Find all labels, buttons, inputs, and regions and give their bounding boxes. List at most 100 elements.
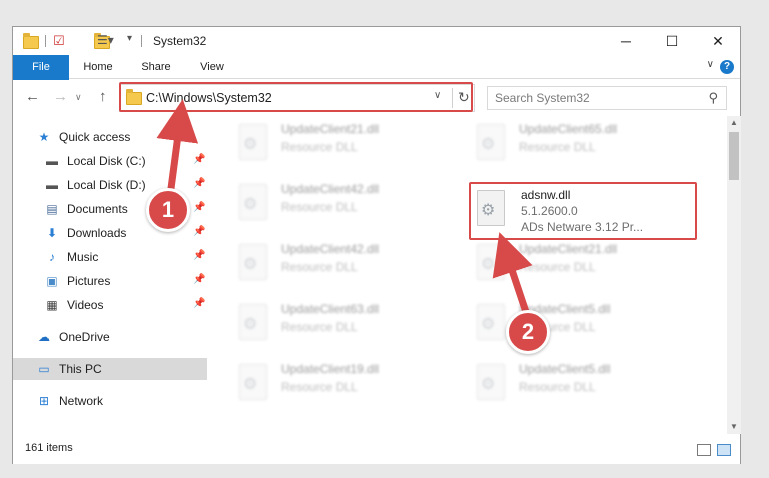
file-item[interactable]: UpdateClient65.dll Resource DLL <box>467 118 703 168</box>
file-item[interactable]: UpdateClient42.dll Resource DLL <box>229 238 465 288</box>
tab-view[interactable]: View <box>189 55 235 79</box>
file-description: Resource DLL <box>281 200 358 214</box>
up-icon[interactable]: ↑ <box>99 88 107 105</box>
scroll-up-icon[interactable]: ▲ <box>727 116 741 130</box>
search-placeholder: Search System32 <box>495 91 590 105</box>
separator <box>45 35 46 47</box>
nav-item-label: Local Disk (C:) <box>67 154 146 168</box>
music-icon: ♪ <box>49 250 55 264</box>
file-item[interactable]: UpdateClient19.dll Resource DLL <box>229 358 465 408</box>
file-name: UpdateClient21.dll <box>519 242 618 256</box>
computer-icon: ▭ <box>38 362 50 376</box>
nav-item-label: Music <box>67 250 99 264</box>
dll-file-icon <box>239 304 267 340</box>
search-input[interactable]: Search System32 ⚲ <box>487 86 727 110</box>
search-icon[interactable]: ⚲ <box>708 90 718 106</box>
help-icon[interactable]: ? <box>720 60 734 74</box>
dll-file-icon <box>477 304 505 340</box>
pin-icon[interactable]: 📌 <box>193 202 205 213</box>
file-name: UpdateClient63.dll <box>281 302 380 316</box>
maximize-button[interactable]: ☐ <box>649 27 695 55</box>
file-item[interactable]: UpdateClient5.dll Resource DLL <box>467 298 703 348</box>
expand-ribbon-icon[interactable]: ∨ <box>707 59 714 70</box>
nav-item-music[interactable]: ♪ Music 📌 <box>13 246 207 268</box>
address-highlight-box <box>119 82 473 112</box>
file-description: Resource DLL <box>281 320 358 334</box>
pin-icon[interactable]: 📌 <box>193 154 205 165</box>
pin-icon[interactable]: 📌 <box>193 250 205 261</box>
pictures-icon: ▣ <box>46 274 58 288</box>
back-icon[interactable]: ← <box>25 88 40 105</box>
scroll-down-icon[interactable]: ▼ <box>727 420 741 434</box>
file-description: Resource DLL <box>519 140 596 154</box>
nav-item-pictures[interactable]: ▣ Pictures 📌 <box>13 270 207 292</box>
forward-icon[interactable]: → <box>53 88 68 105</box>
nav-item-onedrive[interactable]: ☁ OneDrive <box>13 326 207 348</box>
scroll-thumb[interactable] <box>729 132 739 180</box>
nav-item-label: Quick access <box>59 130 131 144</box>
dll-file-icon <box>239 184 267 220</box>
dll-file-icon <box>239 364 267 400</box>
network-icon: ⊞ <box>38 394 50 408</box>
file-item[interactable]: UpdateClient21.dll Resource DLL <box>467 238 703 288</box>
file-name: UpdateClient5.dll <box>519 362 611 376</box>
file-name: UpdateClient65.dll <box>519 122 618 136</box>
close-button[interactable]: ✕ <box>695 27 741 55</box>
drive-icon: ▬ <box>46 178 58 192</box>
videos-icon: ▦ <box>46 298 58 312</box>
file-description: Resource DLL <box>519 260 596 274</box>
properties-icon[interactable]: ☑ <box>53 33 65 49</box>
dll-file-icon <box>239 244 267 280</box>
file-item[interactable]: UpdateClient5.dll Resource DLL <box>467 358 703 408</box>
nav-item-label: This PC <box>59 362 102 376</box>
folder-icon <box>23 33 39 49</box>
dll-file-icon <box>477 244 505 280</box>
recent-locations-icon[interactable]: ∨ <box>75 92 82 103</box>
file-name: UpdateClient42.dll <box>281 182 380 196</box>
star-icon: ★ <box>38 130 50 144</box>
vertical-scrollbar[interactable]: ▲ ▼ <box>727 116 741 434</box>
drive-icon: ▬ <box>46 154 58 168</box>
pin-icon[interactable]: 📌 <box>193 178 205 189</box>
nav-item-label: Documents <box>67 202 128 216</box>
details-view-icon[interactable] <box>697 444 711 456</box>
ribbon-tabs: File Home Share View ∨ ? <box>13 55 740 105</box>
nav-item-label: Local Disk (D:) <box>67 178 146 192</box>
documents-icon: ▤ <box>46 202 58 216</box>
item-count: 161 items <box>25 442 73 454</box>
nav-item-label: Videos <box>67 298 104 312</box>
file-item[interactable]: UpdateClient63.dll Resource DLL <box>229 298 465 348</box>
nav-item-label: Network <box>59 394 104 408</box>
file-item[interactable]: UpdateClient42.dll Resource DLL <box>229 178 465 228</box>
separator <box>141 35 142 47</box>
download-icon: ⬇ <box>46 226 58 240</box>
nav-item-label: Pictures <box>67 274 111 288</box>
file-name: UpdateClient19.dll <box>281 362 380 376</box>
window-title: System32 <box>153 34 207 48</box>
minimize-button[interactable]: ─ <box>603 27 649 55</box>
nav-item-this-pc[interactable]: ▭ This PC <box>13 358 207 380</box>
nav-item-videos[interactable]: ▦ Videos 📌 <box>13 294 207 316</box>
customize-toolbar-icon[interactable]: ☰▾ <box>97 33 114 49</box>
explorer-window: ☑ ☰▾ ▾ System32 ─ ☐ ✕ File Home Share Vi… <box>12 26 741 464</box>
file-list: UpdateClient21.dll Resource DLL UpdateCl… <box>219 116 727 434</box>
dll-file-icon <box>477 124 505 160</box>
status-bar: 161 items <box>13 434 740 464</box>
pin-icon[interactable]: 📌 <box>193 298 205 309</box>
nav-item-quick-access[interactable]: ★ Quick access <box>13 126 207 148</box>
pin-icon[interactable]: 📌 <box>193 274 205 285</box>
nav-item-label: Downloads <box>67 226 127 240</box>
tab-share[interactable]: Share <box>131 55 181 79</box>
file-description: Resource DLL <box>519 380 596 394</box>
file-description: Resource DLL <box>281 260 358 274</box>
nav-item-network[interactable]: ⊞ Network <box>13 390 207 412</box>
pin-icon[interactable]: 📌 <box>193 226 205 237</box>
nav-item-local-disk-c[interactable]: ▬ Local Disk (C:) 📌 <box>13 150 207 172</box>
file-item[interactable]: UpdateClient21.dll Resource DLL <box>229 118 465 168</box>
file-description: Resource DLL <box>281 140 358 154</box>
tab-home[interactable]: Home <box>73 55 123 79</box>
chevron-down-icon[interactable]: ▾ <box>127 33 132 49</box>
dll-file-icon <box>239 124 267 160</box>
tiles-view-icon[interactable] <box>717 444 731 456</box>
file-name: UpdateClient21.dll <box>281 122 380 136</box>
